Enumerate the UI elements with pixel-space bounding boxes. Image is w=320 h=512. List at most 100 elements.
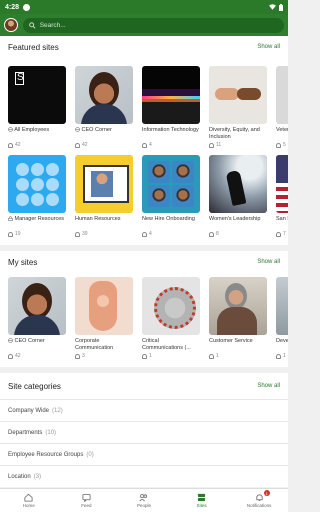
nav-notifications[interactable]: 1 Notifications [230, 489, 288, 512]
section-title: Featured sites [8, 42, 59, 52]
nav-sites[interactable]: Sites [173, 489, 231, 512]
member-count: 11 [209, 142, 267, 148]
person-icon [142, 142, 147, 148]
site-card[interactable]: Corporate Communication 3 [75, 277, 133, 359]
site-title: All Employees [8, 127, 66, 141]
show-all-link[interactable]: Show all [257, 259, 280, 265]
site-thumbnail [209, 155, 267, 213]
section-title: Site categories [8, 381, 61, 391]
site-card[interactable]: San Fra 7 [276, 155, 288, 237]
member-count: 7 [276, 231, 288, 237]
status-time: 4:28 [5, 3, 20, 11]
site-card[interactable]: Critical Communications (... 1 [142, 277, 200, 359]
nav-feed[interactable]: Feed [58, 489, 116, 512]
member-count: 42 [8, 142, 66, 148]
site-card[interactable]: Veterans 5 [276, 66, 288, 148]
site-card[interactable]: Human Resources 39 [75, 155, 133, 237]
battery-icon [279, 3, 283, 11]
site-title: Women's Leadership [209, 216, 261, 222]
category-item[interactable]: Employee Resource Groups (0) [0, 443, 288, 465]
content-scroll[interactable]: Featured sites Show all All Employees 42… [0, 36, 288, 488]
person-icon [75, 231, 80, 237]
member-count: 42 [8, 353, 66, 359]
person-icon [276, 353, 281, 359]
site-thumbnail [8, 66, 66, 124]
person-icon [75, 142, 80, 148]
featured-sites-section: Featured sites Show all All Employees 42… [0, 36, 288, 245]
category-item[interactable]: Company Wide (12) [0, 399, 288, 421]
app-indicator-icon [23, 3, 31, 11]
notification-badge: 1 [263, 490, 270, 496]
site-card[interactable]: Diversity, Equity, and Inclusion 11 [209, 66, 267, 148]
site-thumbnail [75, 66, 133, 124]
my-sites-row: CEO Corner 42 Corporate Communication 3 … [0, 273, 288, 367]
member-count: 39 [75, 231, 133, 237]
site-title: Corporate Communication [75, 338, 114, 351]
show-all-link[interactable]: Show all [257, 44, 280, 50]
site-thumbnail [276, 66, 288, 124]
site-categories-header: Site categories Show all [0, 373, 288, 399]
person-icon [209, 142, 214, 148]
site-card[interactable]: Customer Service 1 [209, 277, 267, 359]
sites-icon [197, 493, 206, 502]
site-title: Human Resources [75, 216, 121, 222]
member-count: 4 [142, 142, 200, 148]
category-item[interactable]: Departments (10) [0, 421, 288, 443]
search-bar[interactable] [23, 17, 284, 33]
site-card[interactable]: Women's Leadership 8 [209, 155, 267, 237]
site-card[interactable]: Manager Resources 19 [8, 155, 66, 237]
member-count: 42 [75, 142, 133, 148]
category-item[interactable]: Location (3) [0, 465, 288, 487]
feed-icon [82, 493, 91, 502]
person-icon [8, 353, 13, 359]
profile-avatar[interactable] [4, 18, 18, 32]
site-thumbnail [142, 277, 200, 335]
site-thumbnail [209, 66, 267, 124]
site-card[interactable]: Information Technology 4 [142, 66, 200, 148]
site-title: San Fra [276, 216, 288, 222]
person-icon [8, 142, 13, 148]
section-title: My sites [8, 257, 38, 267]
person-icon [209, 231, 214, 237]
site-card[interactable]: CEO Corner 42 [75, 66, 133, 148]
member-count: 1 [142, 353, 200, 359]
app-header [0, 14, 288, 36]
nav-people[interactable]: People [115, 489, 173, 512]
globe-icon [8, 338, 13, 343]
site-title: Critical Communications (... [142, 338, 191, 351]
site-categories-section: Site categories Show all Company Wide (12… [0, 373, 288, 487]
person-icon [209, 353, 214, 359]
member-count: 1 [276, 353, 288, 359]
site-title: Manager Resources [8, 216, 66, 230]
lock-icon [8, 216, 13, 221]
site-card[interactable]: All Employees 42 [8, 66, 66, 148]
show-all-link[interactable]: Show all [257, 383, 280, 389]
featured-sites-header: Featured sites Show all [0, 36, 288, 58]
nav-home[interactable]: Home [0, 489, 58, 512]
site-card[interactable]: CEO Corner 42 [8, 277, 66, 359]
person-icon [142, 353, 147, 359]
site-card[interactable]: New Hire Onboarding 4 [142, 155, 200, 237]
site-title: CEO Corner [75, 127, 133, 141]
person-icon [142, 231, 147, 237]
person-icon [75, 353, 80, 359]
site-title: New Hire Onboarding [142, 216, 195, 222]
people-icon [139, 494, 148, 502]
site-card[interactable]: Devel Resou 1 [276, 277, 288, 359]
person-icon [276, 142, 281, 148]
person-icon [8, 231, 13, 237]
site-title: Customer Service [209, 338, 253, 344]
search-input[interactable] [39, 21, 278, 29]
site-thumbnail [276, 155, 288, 213]
member-count: 8 [209, 231, 267, 237]
member-count: 1 [209, 353, 267, 359]
person-icon [276, 231, 281, 237]
site-thumbnail [75, 277, 133, 335]
bottom-nav: Home Feed People Sites 1 Notifications [0, 488, 288, 512]
status-bar: 4:28 [0, 0, 288, 14]
wifi-icon [269, 4, 276, 10]
site-title: Information Technology [142, 127, 199, 133]
site-title: Devel Resou [276, 338, 288, 344]
bell-icon [256, 494, 263, 502]
site-thumbnail [75, 155, 133, 213]
